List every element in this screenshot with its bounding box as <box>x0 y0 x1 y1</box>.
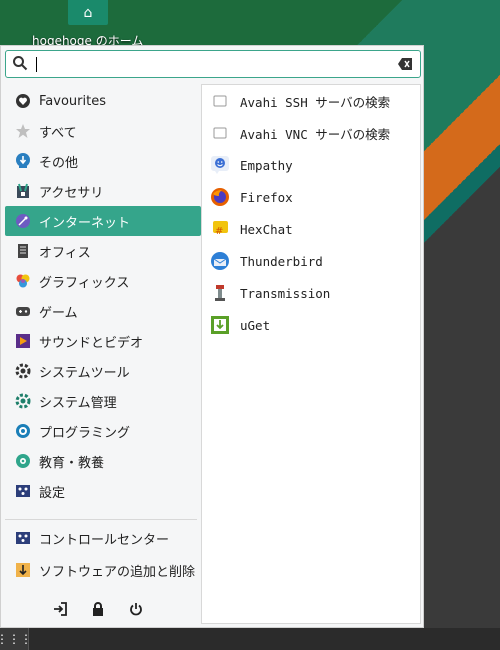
category-all[interactable]: すべて <box>5 116 201 146</box>
category-label: ゲーム <box>39 305 78 321</box>
system-shortcuts: コントロールセンター ソフトウェアの追加と削除 <box>1 522 201 586</box>
app-avahi-ssh[interactable]: Avahi SSH サーバの検索 <box>202 85 420 117</box>
app-thunderbird[interactable]: Thunderbird <box>202 245 420 277</box>
category-label: プログラミング <box>39 425 131 441</box>
search-box[interactable] <box>5 50 421 78</box>
programming-icon <box>15 423 31 439</box>
category-label: 設定 <box>39 485 66 501</box>
svg-text:#: # <box>215 226 223 237</box>
category-label: インターネット <box>39 215 131 231</box>
app-avahi-vnc[interactable]: Avahi VNC サーバの検索 <box>202 117 420 149</box>
category-label: システム管理 <box>39 395 117 411</box>
education-icon <box>15 453 31 469</box>
software-icon <box>15 562 31 578</box>
accessories-icon <box>15 183 31 199</box>
control-center-item[interactable]: コントロールセンター <box>5 522 201 554</box>
category-games[interactable]: ゲーム <box>5 296 201 326</box>
avahi-ssh-icon <box>210 91 230 111</box>
category-sound-video[interactable]: サウンドとビデオ <box>5 326 201 356</box>
search-icon <box>13 56 28 71</box>
category-label: その他 <box>39 155 79 171</box>
session-actions <box>51 599 151 619</box>
category-internet[interactable]: インターネット <box>5 206 201 236</box>
app-label: Avahi SSH サーバの検索 <box>240 94 391 110</box>
uget-icon <box>210 315 230 335</box>
transmission-icon <box>210 283 230 303</box>
search-input[interactable] <box>40 54 384 76</box>
app-firefox[interactable]: Firefox <box>202 181 420 213</box>
avahi-vnc-icon <box>210 123 230 143</box>
multimedia-icon <box>15 333 31 349</box>
category-divider <box>5 519 197 520</box>
app-empathy[interactable]: Empathy <box>202 149 420 181</box>
category-label: 教育・教養 <box>39 455 105 471</box>
category-label: オフィス <box>39 245 91 261</box>
category-label: すべて <box>39 125 77 141</box>
software-item[interactable]: ソフトウェアの追加と削除 <box>5 554 201 586</box>
home-icon[interactable]: ⌂ <box>68 0 108 25</box>
category-favourites[interactable]: Favourites <box>5 86 201 116</box>
text-cursor <box>36 57 37 72</box>
star-icon <box>15 123 31 139</box>
taskbar: ⋮⋮⋮ <box>0 628 500 650</box>
graphics-icon <box>15 273 31 289</box>
heart-icon <box>15 93 31 109</box>
category-other[interactable]: その他 <box>5 146 201 176</box>
power-icon[interactable] <box>127 600 145 618</box>
logout-icon[interactable] <box>51 600 69 618</box>
settings-icon <box>15 483 31 499</box>
category-settings[interactable]: 設定 <box>5 476 201 506</box>
internet-icon <box>15 213 31 229</box>
category-list: Favourites すべて その他 アクセサリ インターネット オフィス グラ… <box>1 86 201 506</box>
application-menu: Favourites すべて その他 アクセサリ インターネット オフィス グラ… <box>0 45 424 628</box>
app-label: Thunderbird <box>240 253 323 269</box>
category-graphics[interactable]: グラフィックス <box>5 266 201 296</box>
control-center-icon <box>15 530 31 546</box>
category-label: Favourites <box>39 93 106 109</box>
hexchat-icon: # <box>210 219 230 239</box>
clear-icon[interactable] <box>398 58 412 70</box>
lock-icon[interactable] <box>89 600 107 618</box>
category-office[interactable]: オフィス <box>5 236 201 266</box>
category-label: サウンドとビデオ <box>39 335 144 351</box>
app-transmission[interactable]: Transmission <box>202 277 420 309</box>
category-system-admin[interactable]: システム管理 <box>5 386 201 416</box>
app-label: Firefox <box>240 189 293 205</box>
category-system-tools[interactable]: システムツール <box>5 356 201 386</box>
app-label: HexChat <box>240 221 293 237</box>
software-label: ソフトウェアの追加と削除 <box>39 564 196 580</box>
category-label: グラフィックス <box>39 275 130 291</box>
control-center-label: コントロールセンター <box>39 532 170 548</box>
app-label: uGet <box>240 317 271 333</box>
firefox-icon <box>210 187 230 207</box>
app-hexchat[interactable]: # HexChat <box>202 213 420 245</box>
app-uget[interactable]: uGet <box>202 309 420 341</box>
category-accessories[interactable]: アクセサリ <box>5 176 201 206</box>
app-label: Transmission <box>240 285 331 301</box>
category-programming[interactable]: プログラミング <box>5 416 201 446</box>
app-label: Avahi VNC サーバの検索 <box>240 126 391 142</box>
apps-grid-icon[interactable]: ⋮⋮⋮ <box>0 628 32 650</box>
office-icon <box>15 243 31 259</box>
app-label: Empathy <box>240 157 293 173</box>
system-admin-icon <box>15 393 31 409</box>
other-icon <box>15 153 31 169</box>
category-label: アクセサリ <box>39 185 104 201</box>
thunderbird-icon <box>210 251 230 271</box>
empathy-icon <box>210 155 230 175</box>
game-icon <box>15 303 31 319</box>
system-tools-icon <box>15 363 31 379</box>
category-label: システムツール <box>39 365 130 381</box>
category-education[interactable]: 教育・教養 <box>5 446 201 476</box>
application-list: Avahi SSH サーバの検索 Avahi VNC サーバの検索 Empath… <box>201 84 421 624</box>
